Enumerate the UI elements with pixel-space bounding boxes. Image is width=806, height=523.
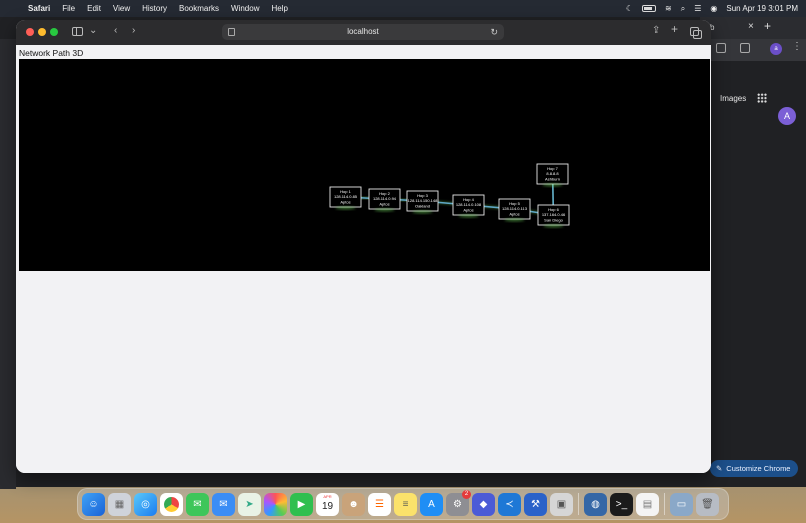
reload-icon[interactable]: ↻ [490,24,498,40]
status-area: ☾ ≋ ⌕ ☰ ◉ Sun Apr 19 3:01 PM [626,4,806,14]
safari-window: ⌄ ‹ › localhost ↻ ⇪ + Network Path 3D Ho… [16,20,711,473]
menu-edit[interactable]: Edit [81,4,107,13]
hop-node-5[interactable]: Hop 5128.114.0.113Aptos [498,198,531,222]
close-window-button[interactable] [26,28,34,36]
minimize-window-button[interactable] [38,28,46,36]
menu-help[interactable]: Help [265,4,293,13]
mouse-utility-icon[interactable]: ▣ [550,492,573,516]
hop-location: Ashburn [545,176,560,181]
app-store-icon[interactable]: A [420,492,443,516]
focus-moon-icon[interactable]: ☾ [626,4,633,13]
maps-icon[interactable]: ➤ [238,492,261,516]
hop-location: Aptos [509,211,519,216]
google-apps-icon[interactable] [757,93,767,103]
back-icon[interactable]: ‹ [114,25,117,36]
utility-app-icon[interactable]: ◆ [472,492,495,516]
finder-icon[interactable]: ☺ [82,492,105,516]
hop-location: Aptos [340,199,350,204]
system-settings-icon[interactable]: ⚙ 2 [446,489,471,516]
customize-chrome-label: Customize Chrome [726,464,791,473]
hop-node-7[interactable]: Hop 78.8.8.8Ashburn [536,163,569,187]
chrome-extension-icon[interactable] [716,43,726,53]
siri-icon[interactable]: ◉ [710,4,717,13]
google-images-link[interactable]: Images [720,94,746,103]
page-settings-icon[interactable] [228,28,235,36]
battery-icon[interactable] [642,5,657,12]
calendar-month: APR [323,493,332,499]
chrome-menu-icon[interactable]: ⋮ [792,41,802,52]
page-title: Network Path 3D [19,48,84,58]
mail-icon[interactable]: ✉ [212,492,235,516]
chrome-profile-avatar[interactable]: a [770,43,782,55]
address-text: localhost [347,27,379,36]
contacts-icon[interactable]: ☻ [342,492,365,516]
tab-group-chevron-icon[interactable]: ⌄ [89,25,97,36]
chrome-left-edge [0,39,16,489]
document-icon[interactable]: ▤ [636,492,659,516]
settings-badge: 2 [462,489,471,499]
trash-icon[interactable]: 🗑 [696,492,719,516]
calendar-day: 19 [321,500,334,512]
messages-icon[interactable]: ✉ [186,492,209,516]
chrome-tab-close-icon[interactable]: × [748,21,754,32]
dock-separator [578,493,579,515]
spotlight-search-icon[interactable]: ⌕ [681,4,685,14]
dock: ☺ ▦ ◎ ✉ ✉ ➤ ▶ APR 19 ☻ ☰ ≡ A ⚙ 2 ◆ ≺ ⚒ ▣… [77,488,729,520]
menu-view[interactable]: View [107,4,136,13]
notes-icon[interactable]: ≡ [394,492,417,516]
wifi-icon[interactable]: ≋ [665,4,672,13]
network-3d-viewport[interactable]: Hop 1 128.114.0.85 Aptos Hop 2 128.114.0.94 A… [19,59,710,271]
hop-location: Aptos [379,201,389,206]
dock-separator [664,493,665,515]
chrome-toolbar: a ⋮ [700,39,806,61]
hop-node-3[interactable]: Hop 3128.114.150.148Oakland [406,190,439,214]
menu-clock[interactable]: Sun Apr 19 3:01 PM [726,4,798,13]
new-tab-icon[interactable]: + [671,22,678,36]
customize-chrome-button[interactable]: ✎ Customize Chrome [710,460,798,477]
hop-node-6[interactable]: Hop 6137.164.0.46San Diego [537,204,570,228]
hop-node-1[interactable]: Hop 1128.114.0.85Aptos [329,186,362,210]
chrome-side-panel-icon[interactable] [740,43,750,53]
hop-node-2[interactable]: Hop 2128.114.0.94Aptos [368,188,401,212]
google-account-avatar[interactable]: A [778,107,796,125]
address-bar[interactable]: localhost ↻ [222,24,504,40]
safari-toolbar: ⌄ ‹ › localhost ↻ ⇪ + [16,20,711,45]
menu-app-name[interactable]: Safari [22,4,56,13]
hop-location: Aptos [463,207,473,212]
chrome-new-tab-icon[interactable]: + [764,19,771,33]
hop-location: San Diego [544,217,563,222]
zoom-window-button[interactable] [50,28,58,36]
hop-node-4[interactable]: Hop 4128.114.0.108Aptos [452,194,485,218]
pencil-icon: ✎ [716,464,723,473]
photos-icon[interactable] [264,492,287,516]
xcode-icon[interactable]: ⚒ [524,492,547,516]
downloads-icon[interactable]: ◍ [584,492,607,516]
folder-icon[interactable]: ▭ [670,492,693,516]
sidebar-toggle-icon[interactable] [72,27,83,36]
facetime-icon[interactable]: ▶ [290,492,313,516]
tab-overview-icon[interactable] [690,27,702,39]
menu-bar: Safari File Edit View History Bookmarks … [0,0,806,17]
share-icon[interactable]: ⇪ [652,25,660,36]
launchpad-icon[interactable]: ▦ [108,492,131,516]
terminal-icon[interactable]: >_ [610,492,633,516]
chrome-icon[interactable] [160,492,183,516]
reminders-icon[interactable]: ☰ [368,492,391,516]
safari-icon[interactable]: ◎ [134,492,157,516]
menu-bookmarks[interactable]: Bookmarks [173,4,225,13]
menu-file[interactable]: File [56,4,81,13]
chrome-tab-strip: b × + [700,17,806,39]
hop-location: Oakland [415,203,430,208]
control-center-icon[interactable]: ☰ [694,4,701,13]
forward-icon[interactable]: › [132,25,135,36]
network-path-graph[interactable]: Hop 1128.114.0.85AptosHop 2128.114.0.94A… [19,59,710,271]
menu-window[interactable]: Window [225,4,265,13]
menu-history[interactable]: History [136,4,173,13]
web-content: Network Path 3D Hop 1 128.114.0.85 Aptos Ho… [16,45,711,473]
vscode-icon[interactable]: ≺ [498,492,521,516]
calendar-icon[interactable]: APR 19 [316,492,339,516]
